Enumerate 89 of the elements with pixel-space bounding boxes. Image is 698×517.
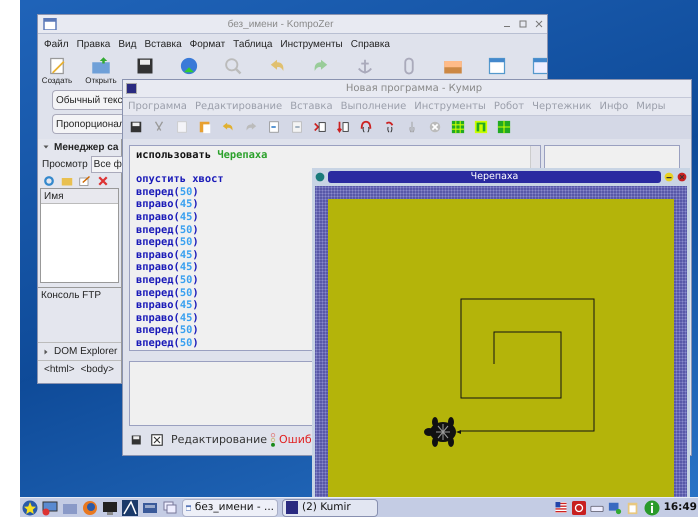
menu-item[interactable]: Формат <box>190 36 226 52</box>
taskbar-button[interactable]: (2) Kumir <box>282 498 378 516</box>
code-line: вперед(50) <box>136 224 199 236</box>
save-icon <box>131 434 143 446</box>
code-line: вправо(45) <box>136 198 199 211</box>
flag-icon <box>554 502 568 513</box>
menu-item[interactable]: Правка <box>76 36 110 52</box>
folder-icon <box>91 56 111 76</box>
close-icon <box>677 172 687 182</box>
window-title: Новая программа - Кумир <box>344 82 484 96</box>
edit-icon <box>79 174 91 186</box>
code-line: вправо(45) <box>136 248 199 262</box>
info-icon <box>644 500 660 516</box>
breadcrumb[interactable]: <body> <box>80 362 114 377</box>
menu-item[interactable]: Вид <box>118 36 136 52</box>
magnifier-icon <box>223 56 243 76</box>
panel-title: Менеджер са <box>54 140 118 154</box>
close-box-icon <box>151 434 163 446</box>
traffic-light-icon <box>270 433 276 448</box>
maximize-icon <box>519 20 527 28</box>
frame-icon <box>474 120 488 134</box>
power-icon <box>572 500 586 514</box>
code-line: вперед(50) <box>136 336 199 350</box>
window-icon <box>42 18 58 30</box>
pencil-icon <box>47 56 67 76</box>
status-mode: Редактирование <box>171 432 267 448</box>
window-menu-icon <box>315 172 325 182</box>
filter-select[interactable]: Все ф <box>90 156 125 172</box>
monitor-icon <box>102 500 118 516</box>
grid-icon <box>451 120 465 134</box>
window-title: без_имени - KompoZer <box>226 18 334 32</box>
panel-title: DOM Explorer <box>54 345 118 359</box>
loop-icon <box>359 120 373 134</box>
document-icon <box>290 120 304 134</box>
code-line: вправо(45) <box>136 210 199 224</box>
paste-icon <box>198 120 212 134</box>
close-icon <box>535 20 543 28</box>
star-icon <box>22 500 38 516</box>
document-icon <box>267 120 281 134</box>
delete-icon <box>97 174 109 186</box>
menu-item[interactable]: Таблица <box>233 36 272 52</box>
column-header[interactable]: Имя <box>41 189 118 204</box>
globe-icon <box>179 56 199 76</box>
code-line: опустить хвост <box>136 173 224 186</box>
panel-title: Консоль FTP <box>41 290 102 301</box>
status-errors: Ошиб <box>279 432 312 448</box>
menu-item[interactable]: Вставка <box>144 36 182 52</box>
monitor-icon <box>42 500 58 516</box>
save-icon <box>135 56 155 76</box>
code-line: вперед(50) <box>136 236 199 249</box>
paragraph-format-select[interactable]: Обычный текс <box>52 90 122 110</box>
step-icon <box>313 120 327 134</box>
taskbar-button[interactable]: без_имени - ... <box>182 498 278 516</box>
stop-icon <box>428 120 442 134</box>
clock: 16:49 <box>664 500 698 515</box>
code-line: вправо(45) <box>136 261 199 274</box>
compass-icon <box>122 500 138 516</box>
step-icon <box>336 120 350 134</box>
collapse-icon <box>42 143 50 151</box>
code-line: вперед(50) <box>136 286 199 300</box>
table-icon <box>487 56 507 76</box>
window-title: Черепаха <box>470 172 518 182</box>
browser-icon <box>82 500 98 516</box>
code-line: использовать Черепаха <box>136 148 268 162</box>
clipboard-icon <box>626 500 640 514</box>
breadcrumb[interactable]: <html> <box>44 362 75 377</box>
code-line: вперед(50) <box>136 324 199 337</box>
toolbar-label[interactable]: Открыть <box>85 76 117 86</box>
code-line: вправо(45) <box>136 299 199 312</box>
menu-item[interactable]: Файл <box>44 36 69 52</box>
copy-icon <box>175 120 189 134</box>
menu-item[interactable]: Справка <box>350 36 390 52</box>
network-icon <box>608 500 622 514</box>
expand-icon <box>42 348 50 356</box>
refresh-icon <box>43 174 55 186</box>
minimize-icon <box>664 172 674 182</box>
code-line: вперед(50) <box>136 186 199 198</box>
cross-icon <box>497 120 511 134</box>
scrollbar[interactable] <box>530 146 540 170</box>
menu-item[interactable]: Инструменты <box>280 36 343 52</box>
code-line: вперед(50) <box>136 274 199 287</box>
form-icon <box>531 56 547 76</box>
code-line: вправо(45) <box>136 312 199 324</box>
turtle-icon <box>423 415 461 449</box>
save-icon <box>129 120 143 134</box>
app-logo-icon <box>126 82 137 94</box>
font-select[interactable]: Пропорционал <box>52 114 122 134</box>
app-logo-icon <box>286 501 298 514</box>
toolbar-label[interactable]: Создать <box>42 76 72 86</box>
